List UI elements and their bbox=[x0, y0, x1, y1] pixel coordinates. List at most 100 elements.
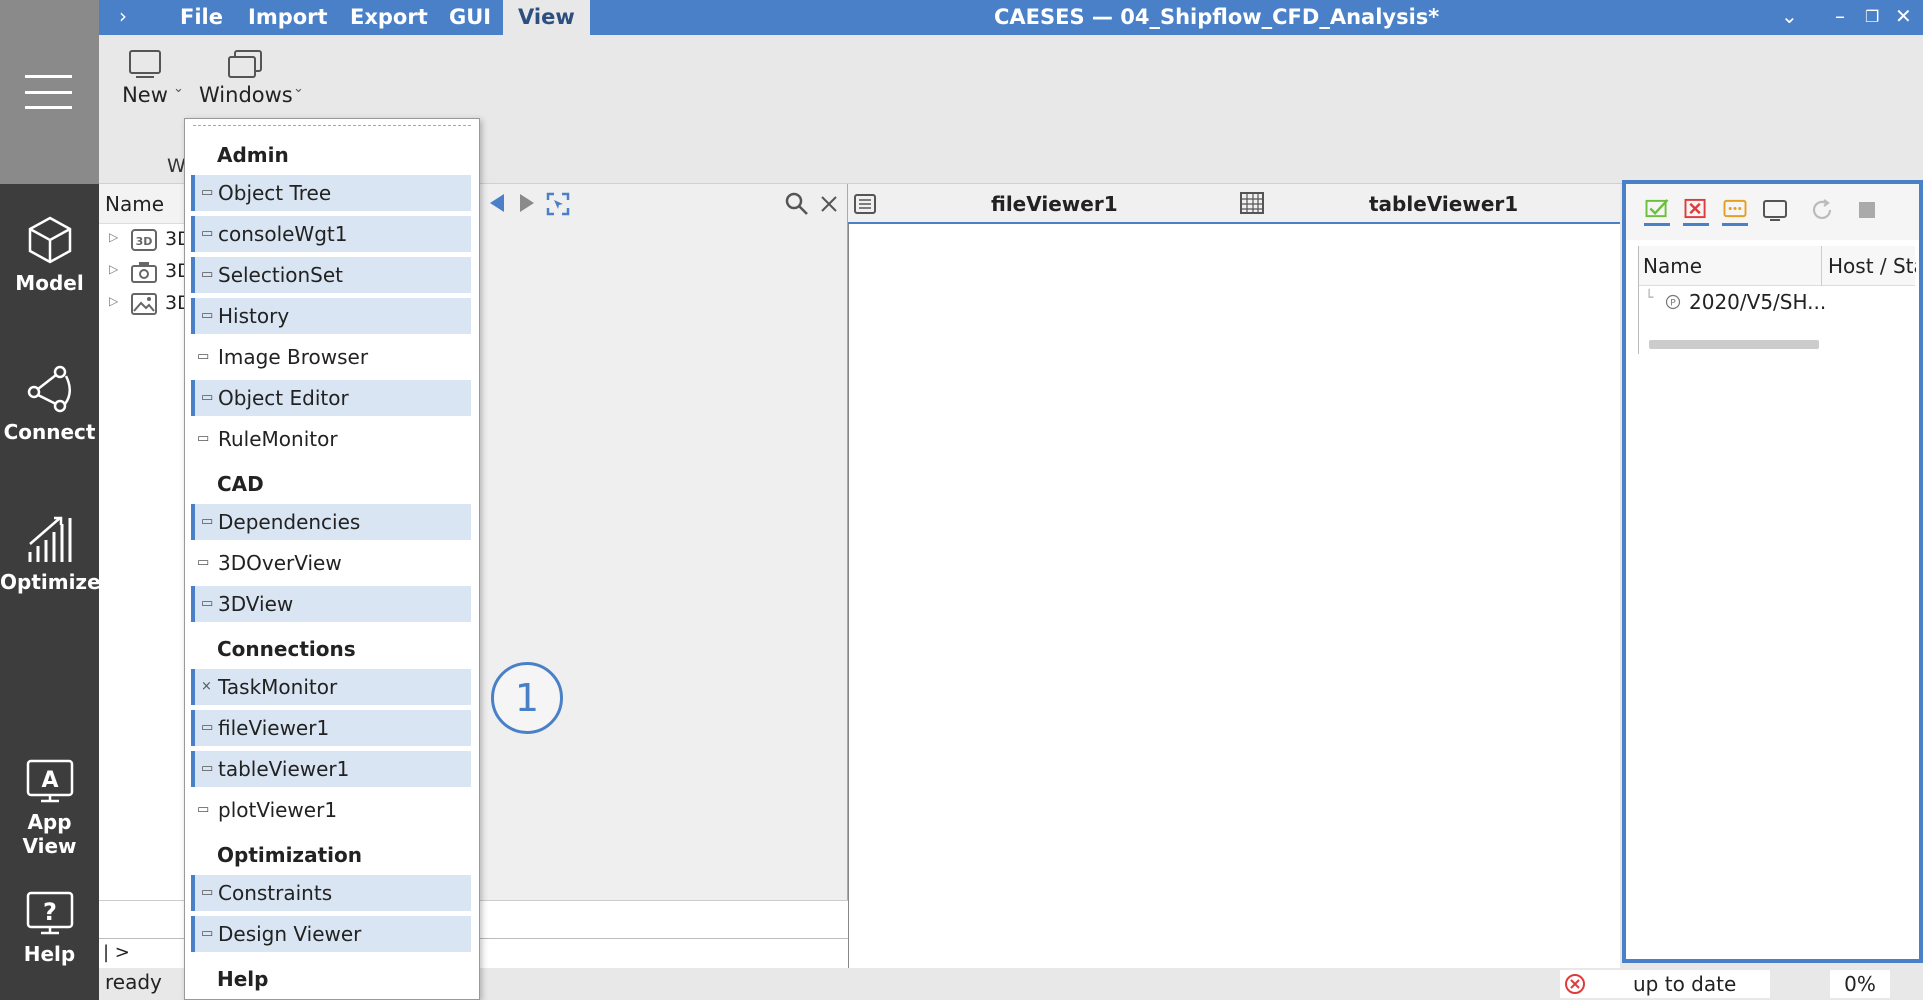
clear-icon[interactable] bbox=[820, 195, 838, 213]
windows-button[interactable]: Windows ⌄ bbox=[199, 49, 304, 107]
menu-item-fileviewer1[interactable]: ▭ fileViewer1 bbox=[191, 710, 471, 746]
table-viewer-icon bbox=[1240, 192, 1264, 214]
close-icon[interactable]: ✕ bbox=[1895, 0, 1912, 33]
file-viewer-icon bbox=[854, 194, 876, 214]
restore-icon[interactable]: ❐ bbox=[1865, 0, 1879, 33]
expand-arrow-icon[interactable]: ▷ bbox=[109, 294, 118, 308]
menu-item-3doverview[interactable]: ▭ 3DOverView bbox=[191, 545, 471, 581]
viewer-content-area[interactable] bbox=[848, 224, 1620, 968]
title-bar: › File Import Export GUI View CAESES — 0… bbox=[99, 0, 1923, 35]
collapse-chevron-icon[interactable]: ⌄ bbox=[1781, 0, 1798, 33]
window-new-icon bbox=[129, 50, 161, 78]
menu-item-object-tree[interactable]: ▭ Object Tree bbox=[191, 175, 471, 211]
horizontal-scrollbar[interactable] bbox=[1649, 340, 1819, 349]
window-title: CAESES — 04_Shipflow_CFD_Analysis* bbox=[994, 5, 1440, 29]
window-icon: ▭ bbox=[197, 349, 210, 364]
windows-icon bbox=[228, 50, 262, 78]
menu-item-plotviewer1[interactable]: ▭ plotViewer1 bbox=[191, 792, 471, 828]
menu-item-object-editor[interactable]: ▭ Object Editor bbox=[191, 380, 471, 416]
arrow-right-icon[interactable] bbox=[518, 192, 536, 214]
menu-gui[interactable]: GUI bbox=[434, 0, 506, 35]
menu-view[interactable]: View bbox=[503, 0, 590, 35]
window-icon: ▭ bbox=[201, 267, 214, 282]
hamburger-menu-button[interactable] bbox=[0, 0, 99, 184]
menu-item-3dview[interactable]: ▭ 3DView bbox=[191, 586, 471, 622]
window-icon: ▭ bbox=[201, 596, 214, 611]
left-nav: Model Connect Optimize A App View ? Help bbox=[0, 0, 101, 1000]
window-icon: ▭ bbox=[197, 431, 210, 446]
progress-percent: 0% bbox=[1830, 970, 1890, 998]
stop-icon[interactable] bbox=[1858, 201, 1876, 219]
tree-line-icon: └ bbox=[1645, 290, 1654, 306]
tree-row[interactable]: ▷ 3D bbox=[99, 288, 192, 320]
menu-item-tableviewer1[interactable]: ▭ tableViewer1 bbox=[191, 751, 471, 787]
expand-arrow-icon[interactable]: ▷ bbox=[109, 230, 118, 244]
checkbox-done-icon[interactable] bbox=[1644, 198, 1670, 226]
select-area-icon[interactable] bbox=[546, 192, 570, 216]
menu-item-image-browser[interactable]: ▭ Image Browser bbox=[191, 339, 471, 375]
expand-chevron-icon[interactable]: › bbox=[119, 4, 127, 28]
nav-app-view-button[interactable]: A App View bbox=[0, 758, 99, 858]
nav-help-button[interactable]: ? Help bbox=[0, 890, 99, 966]
app-view-icon: A bbox=[26, 759, 73, 803]
menu-item-design-viewer[interactable]: ▭ Design Viewer bbox=[191, 916, 471, 952]
menu-section-title: Admin bbox=[217, 143, 289, 167]
menu-section-title: Connections bbox=[217, 637, 356, 661]
menu-file[interactable]: File bbox=[165, 0, 238, 35]
menu-item-constraints[interactable]: ▭ Constraints bbox=[191, 875, 471, 911]
tab-table-viewer[interactable]: tableViewer1 bbox=[1369, 184, 1518, 224]
pending-icon[interactable] bbox=[1722, 198, 1748, 226]
window-icon: ▭ bbox=[201, 720, 214, 735]
menu-item-dependencies[interactable]: ▭ Dependencies bbox=[191, 504, 471, 540]
window-icon: ▭ bbox=[201, 885, 214, 900]
windows-dropdown-caret-icon[interactable]: ⌄ bbox=[293, 81, 304, 96]
camera-icon bbox=[131, 262, 157, 283]
menu-item-history[interactable]: ▭ History bbox=[191, 298, 471, 334]
selection-toolbar bbox=[480, 184, 847, 224]
tree-header-name[interactable]: Name bbox=[99, 184, 189, 224]
task-toolbar bbox=[1626, 184, 1919, 240]
window-icon: ▭ bbox=[201, 761, 214, 776]
nav-connect-button[interactable]: Connect bbox=[0, 364, 99, 444]
window-icon: × bbox=[201, 679, 212, 694]
tree-row[interactable]: ▷ 3D 3D bbox=[99, 224, 192, 256]
menu-export[interactable]: Export bbox=[335, 0, 443, 35]
selection-panel bbox=[480, 184, 848, 900]
nav-optimize-button[interactable]: Optimize bbox=[0, 514, 101, 594]
menu-item-taskmonitor[interactable]: × TaskMonitor bbox=[191, 669, 471, 705]
status-text: ready bbox=[105, 970, 162, 994]
nav-model-button[interactable]: Model bbox=[0, 215, 99, 295]
task-table-header: Name Host / Status bbox=[1639, 246, 1916, 286]
new-button[interactable]: New ⌄ bbox=[121, 49, 184, 107]
menu-section-title: CAD bbox=[217, 472, 264, 496]
menu-item-rulemonitor[interactable]: ▭ RuleMonitor bbox=[191, 421, 471, 457]
col-host-status[interactable]: Host / Status bbox=[1821, 246, 1916, 286]
tree-row[interactable]: ▷ 3D bbox=[99, 256, 192, 288]
expand-arrow-icon[interactable]: ▷ bbox=[109, 262, 118, 276]
refresh-icon[interactable] bbox=[1810, 198, 1834, 222]
tab-file-viewer[interactable]: fileViewer1 bbox=[991, 184, 1118, 224]
window-icon: ▭ bbox=[201, 390, 214, 405]
minimize-icon[interactable]: – bbox=[1835, 0, 1845, 33]
monitor-icon[interactable] bbox=[1762, 198, 1788, 222]
cube-icon bbox=[28, 216, 71, 264]
checkbox-failed-icon[interactable] bbox=[1683, 198, 1709, 226]
menu-section-title: Help bbox=[217, 967, 269, 991]
svg-text:P: P bbox=[1670, 299, 1676, 309]
new-dropdown-caret-icon[interactable]: ⌄ bbox=[173, 81, 184, 96]
window-icon: ▭ bbox=[201, 926, 214, 941]
chart-icon bbox=[28, 516, 71, 562]
menu-import[interactable]: Import bbox=[233, 0, 343, 35]
arrow-left-icon[interactable] bbox=[488, 192, 506, 214]
viewer-tab-bar: fileViewer1 tableViewer1 bbox=[848, 184, 1620, 224]
window-icon: ▭ bbox=[197, 802, 210, 817]
task-table: Name Host / Status └ P 2020/V5/SH... bbox=[1638, 246, 1916, 354]
menu-item-selectionset[interactable]: ▭ SelectionSet bbox=[191, 257, 471, 293]
process-icon: P bbox=[1665, 294, 1681, 310]
image-icon bbox=[131, 293, 157, 315]
object-tree-panel: Name ▷ 3D 3D ▷ 3D ▷ 3D bbox=[99, 184, 192, 900]
menu-item-consolewgt1[interactable]: ▭ consoleWgt1 bbox=[191, 216, 471, 252]
col-name[interactable]: Name bbox=[1643, 246, 1702, 286]
search-icon[interactable] bbox=[785, 192, 809, 216]
menu-section-title: Optimization bbox=[217, 843, 362, 867]
